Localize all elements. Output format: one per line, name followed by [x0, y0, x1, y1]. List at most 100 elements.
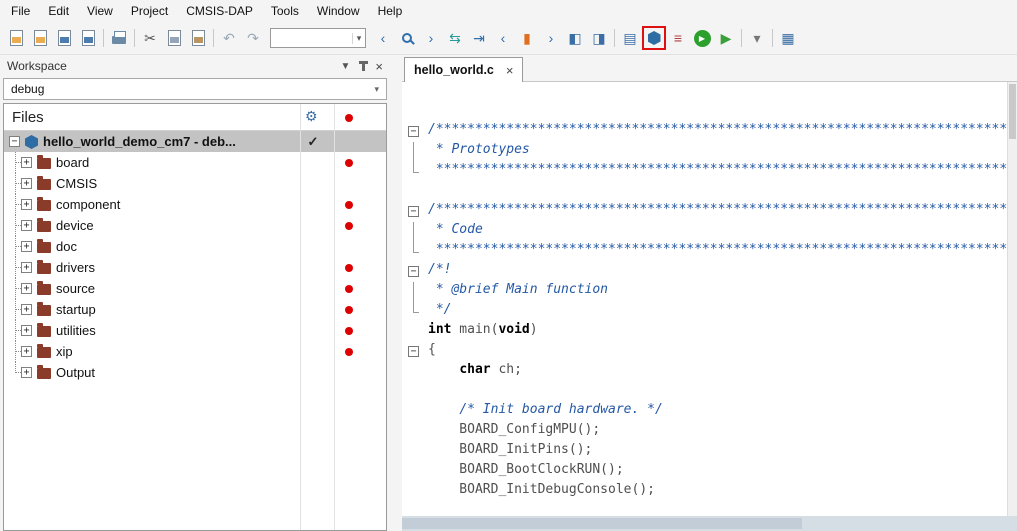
fold-line [413, 172, 419, 173]
find-button[interactable] [395, 26, 419, 50]
toolbar: ✂↶↷▾‹›⇆⇥‹▮›◧◨▤≡▶▶▾▦ [0, 22, 1017, 55]
fold-collapse-icon[interactable]: − [408, 126, 419, 137]
expand-icon[interactable]: + [21, 220, 32, 231]
fold-line [413, 242, 414, 252]
editor-panel: hello_world.c × −/**********************… [402, 55, 1017, 531]
fold-margin[interactable]: − [402, 342, 428, 362]
expand-icon[interactable]: + [21, 157, 32, 168]
workspace-pin-icon[interactable] [362, 62, 365, 71]
code-text: { [428, 342, 436, 362]
quick-search-input[interactable] [271, 32, 352, 44]
combo-chevron-down-icon[interactable]: ▾ [352, 33, 365, 44]
editor-body: −/**************************************… [402, 82, 1017, 516]
goto-button[interactable]: ⇥ [467, 26, 491, 50]
fold-collapse-icon[interactable]: − [408, 346, 419, 357]
tree-item-project-root[interactable]: −hello_world_demo_cm7 - deb...✓ [4, 131, 386, 152]
code-area[interactable]: −/**************************************… [402, 82, 1007, 516]
menu-tools[interactable]: Tools [262, 1, 308, 21]
panel-splitter[interactable] [390, 55, 402, 531]
fold-margin [402, 182, 428, 202]
quick-search-combobox[interactable]: ▾ [270, 28, 366, 48]
fold-margin[interactable]: − [402, 202, 428, 222]
fold-collapse-icon[interactable]: − [408, 266, 419, 277]
menu-window[interactable]: Window [308, 1, 369, 21]
search-prev-button[interactable]: ‹ [371, 26, 395, 50]
vertical-scrollbar-thumb[interactable] [1009, 84, 1016, 139]
menu-project[interactable]: Project [122, 1, 177, 21]
code-line: int main(void) [402, 322, 1007, 342]
cut-button[interactable]: ✂ [138, 26, 162, 50]
code-text: ****************************************… [428, 242, 1007, 262]
expand-icon[interactable]: + [21, 325, 32, 336]
replace-button[interactable]: ⇆ [443, 26, 467, 50]
expand-icon[interactable]: + [21, 346, 32, 357]
expand-icon[interactable]: + [21, 367, 32, 378]
tree-item-xip[interactable]: +xip [4, 341, 386, 362]
column-divider [300, 104, 301, 530]
tab-close-icon[interactable]: × [506, 63, 514, 78]
tree-item-drivers[interactable]: +drivers [4, 257, 386, 278]
tree-item-doc[interactable]: +doc [4, 236, 386, 257]
tree-item-cmsis[interactable]: +CMSIS [4, 173, 386, 194]
compile-button[interactable]: ▤ [618, 26, 642, 50]
tab-hello-world-c[interactable]: hello_world.c × [404, 57, 523, 82]
save-all-button[interactable] [76, 26, 100, 50]
custom-icon-button[interactable]: ▦ [776, 26, 800, 50]
navigate-forward-button[interactable]: ◨ [587, 26, 611, 50]
save-button[interactable] [52, 26, 76, 50]
collapse-icon[interactable]: − [9, 136, 20, 147]
code-text: int main(void) [428, 322, 538, 342]
expand-icon[interactable]: + [21, 304, 32, 315]
copy-button[interactable] [162, 26, 186, 50]
toolbar-overflow-button[interactable]: ▾ [745, 26, 769, 50]
tree-item-device[interactable]: + device [4, 215, 386, 236]
expand-icon[interactable]: + [21, 178, 32, 189]
horizontal-scrollbar[interactable] [402, 516, 1017, 531]
menu-cmsis-dap[interactable]: CMSIS-DAP [177, 1, 262, 21]
menu-help[interactable]: Help [369, 1, 412, 21]
next-bookmark-button[interactable]: › [539, 26, 563, 50]
expand-icon[interactable]: + [21, 283, 32, 294]
fold-margin[interactable]: − [402, 262, 428, 282]
prev-bookmark-button[interactable]: ‹ [491, 26, 515, 50]
expand-icon[interactable]: + [21, 199, 32, 210]
menu-edit[interactable]: Edit [39, 1, 78, 21]
tree-item-startup[interactable]: +startup [4, 299, 386, 320]
fold-collapse-icon[interactable]: − [408, 206, 419, 217]
expand-icon[interactable]: + [21, 241, 32, 252]
search-next-button[interactable]: › [419, 26, 443, 50]
code-line: −{ [402, 342, 1007, 362]
code-text: BOARD_BootClockRUN(); [428, 462, 624, 482]
workspace-menu-icon[interactable]: ▼ [341, 61, 351, 72]
tree-item-label: device [56, 218, 94, 233]
tree-item-utilities[interactable]: +utilities [4, 320, 386, 341]
tree-item-board[interactable]: +board [4, 152, 386, 173]
horizontal-scrollbar-thumb[interactable] [402, 518, 802, 529]
fold-margin[interactable]: − [402, 122, 428, 142]
vertical-scrollbar[interactable] [1007, 82, 1017, 516]
stop-build-button[interactable]: ≡ [666, 26, 690, 50]
gear-icon[interactable]: ⚙ [305, 108, 318, 125]
debug-without-downloading-button[interactable]: ▶ [714, 26, 738, 50]
navigate-back-button[interactable]: ◧ [563, 26, 587, 50]
menu-file[interactable]: File [2, 1, 39, 21]
fold-margin [402, 222, 428, 242]
expand-icon[interactable]: + [21, 262, 32, 273]
tree-item-output[interactable]: +Output [4, 362, 386, 383]
redo-button[interactable]: ↷ [241, 26, 265, 50]
tree-item-component[interactable]: +component [4, 194, 386, 215]
workspace-close-icon[interactable]: × [375, 59, 383, 74]
toggle-bookmark-button[interactable]: ▮ [515, 26, 539, 50]
new-document-button[interactable] [4, 26, 28, 50]
files-tree: −hello_world_demo_cm7 - deb...✓+board+CM… [4, 131, 386, 383]
menu-view[interactable]: View [78, 1, 122, 21]
undo-button[interactable]: ↶ [217, 26, 241, 50]
chevron-down-icon: ▾ [374, 84, 379, 95]
download-and-debug-button[interactable]: ▶ [690, 26, 714, 50]
paste-button[interactable] [186, 26, 210, 50]
open-document-button[interactable] [28, 26, 52, 50]
tree-item-source[interactable]: +source [4, 278, 386, 299]
make-button[interactable] [642, 26, 666, 50]
config-dropdown[interactable]: debug ▾ [3, 78, 387, 100]
print-button[interactable] [107, 26, 131, 50]
